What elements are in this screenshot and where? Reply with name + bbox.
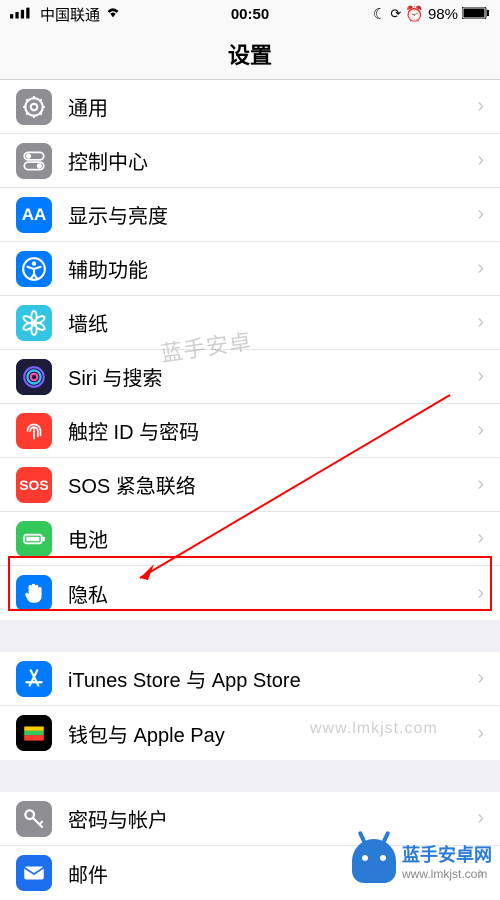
settings-group: iTunes Store 与 App Store›钱包与 Apple Pay› <box>0 652 500 760</box>
wallet-icon <box>16 715 52 751</box>
settings-row-accessibility[interactable]: 辅助功能› <box>0 242 500 296</box>
brand-badge: 蓝手安卓网 www.lmkjst.com <box>352 839 492 883</box>
gear-icon <box>16 89 52 125</box>
page-title: 设置 <box>228 38 272 70</box>
battery-icon <box>16 521 52 557</box>
brand-name: 蓝手安卓网 <box>402 845 492 865</box>
settings-row-display[interactable]: AA 显示与亮度› <box>0 188 500 242</box>
settings-row-sos[interactable]: SOS SOS 紧急联络› <box>0 458 500 512</box>
row-label: 钱包与 Apple Pay <box>68 719 477 748</box>
aa-icon: AA <box>16 197 52 233</box>
status-time: 00:50 <box>0 6 500 23</box>
hand-icon <box>16 575 52 611</box>
accessibility-icon <box>16 251 52 287</box>
settings-row-control[interactable]: 控制中心› <box>0 134 500 188</box>
chevron-right-icon: › <box>477 257 484 280</box>
settings-row-touchid[interactable]: 触控 ID 与密码› <box>0 404 500 458</box>
chevron-right-icon: › <box>477 419 484 442</box>
key-icon <box>16 801 52 837</box>
row-label: SOS 紧急联络 <box>68 470 477 499</box>
settings-row-privacy[interactable]: 隐私› <box>0 566 500 620</box>
row-label: 触控 ID 与密码 <box>68 416 477 445</box>
toggles-icon <box>16 143 52 179</box>
chevron-right-icon: › <box>477 149 484 172</box>
settings-row-battery[interactable]: 电池› <box>0 512 500 566</box>
chevron-right-icon: › <box>477 582 484 605</box>
row-label: 辅助功能 <box>68 254 477 283</box>
flower-icon <box>16 305 52 341</box>
nav-bar: 设置 <box>0 28 500 80</box>
chevron-right-icon: › <box>477 95 484 118</box>
chevron-right-icon: › <box>477 203 484 226</box>
row-label: 电池 <box>68 524 477 553</box>
chevron-right-icon: › <box>477 365 484 388</box>
fingerprint-icon <box>16 413 52 449</box>
settings-row-siri[interactable]: Siri 与搜索› <box>0 350 500 404</box>
row-label: Siri 与搜索 <box>68 362 477 391</box>
row-label: iTunes Store 与 App Store <box>68 664 477 693</box>
status-bar: 中国联通 00:50 ☾ ⟳ ⏰ 98% <box>0 0 500 28</box>
brand-url: www.lmkjst.com <box>402 867 492 881</box>
row-label: 隐私 <box>68 579 477 608</box>
settings-group: 通用›控制中心›AA显示与亮度›辅助功能›墙纸›Siri 与搜索›触控 ID 与… <box>0 80 500 620</box>
row-label: 控制中心 <box>68 146 477 175</box>
settings-row-wallet[interactable]: 钱包与 Apple Pay› <box>0 706 500 760</box>
siri-icon <box>16 359 52 395</box>
row-label: 密码与帐户 <box>68 804 477 833</box>
settings-row-general[interactable]: 通用› <box>0 80 500 134</box>
chevron-right-icon: › <box>477 311 484 334</box>
settings-row-wallpaper[interactable]: 墙纸› <box>0 296 500 350</box>
row-label: 显示与亮度 <box>68 200 477 229</box>
appstore-icon <box>16 661 52 697</box>
android-icon <box>352 839 396 883</box>
chevron-right-icon: › <box>477 667 484 690</box>
chevron-right-icon: › <box>477 473 484 496</box>
chevron-right-icon: › <box>477 807 484 830</box>
chevron-right-icon: › <box>477 527 484 550</box>
settings-row-itunes[interactable]: iTunes Store 与 App Store› <box>0 652 500 706</box>
sos-icon: SOS <box>16 467 52 503</box>
row-label: 墙纸 <box>68 308 477 337</box>
settings-row-accounts[interactable]: 密码与帐户› <box>0 792 500 846</box>
chevron-right-icon: › <box>477 722 484 745</box>
mail-icon <box>16 855 52 891</box>
row-label: 通用 <box>68 92 477 121</box>
